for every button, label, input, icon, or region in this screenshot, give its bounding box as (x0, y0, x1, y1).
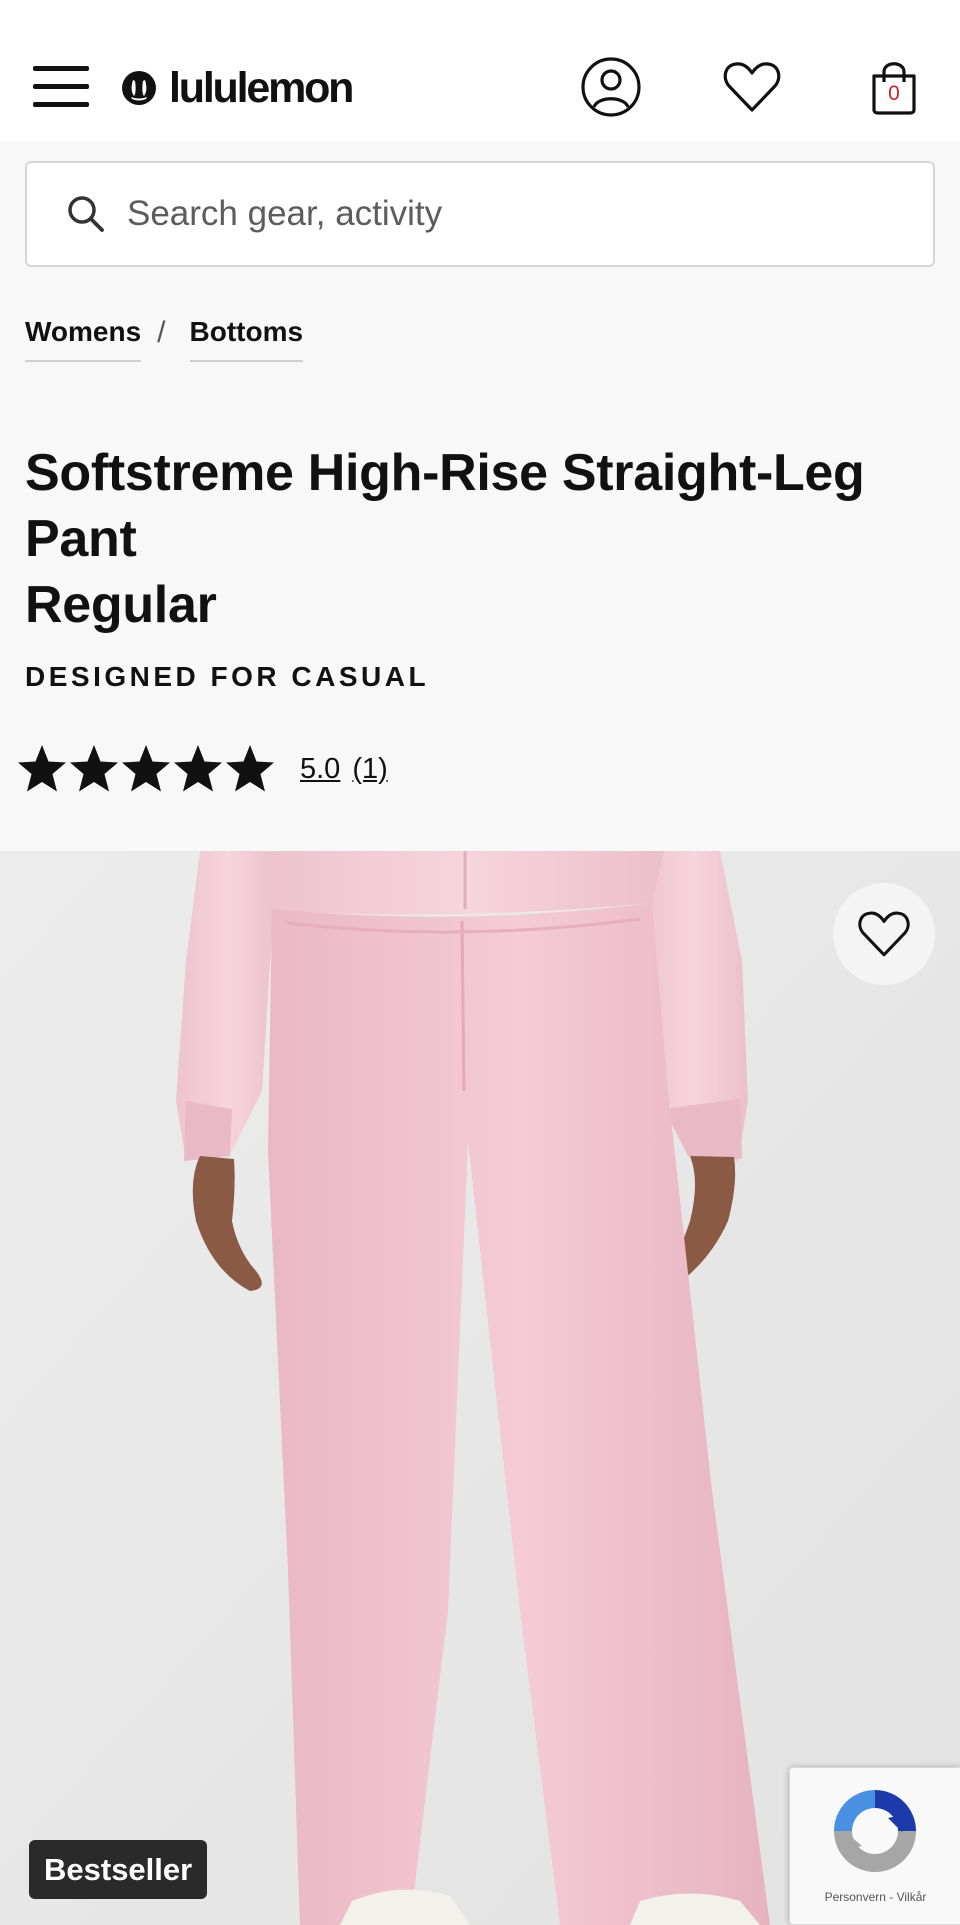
search-bar[interactable] (25, 161, 935, 267)
activity-label: DESIGNED FOR CASUAL (25, 661, 430, 692)
breadcrumb-separator: / (157, 316, 166, 349)
product-photo (0, 851, 960, 1925)
product-image[interactable]: Bestseller Personvern - Vilkår (0, 851, 960, 1925)
product-rating: 5.0 (1) (16, 740, 388, 798)
brand-logo[interactable]: lululemon (121, 62, 354, 114)
star-icon (70, 745, 118, 792)
search-icon (68, 196, 104, 232)
heart-icon[interactable] (721, 56, 783, 118)
search-input[interactable] (127, 194, 867, 234)
breadcrumb-bottoms[interactable]: Bottoms (189, 316, 304, 362)
breadcrumb-womens[interactable]: Womens (25, 316, 142, 362)
bestseller-badge: Bestseller (29, 1840, 208, 1899)
recaptcha-links[interactable]: Personvern - Vilkår (790, 1890, 960, 1904)
star-icon (226, 745, 274, 792)
rating-score[interactable]: 5.0 (300, 753, 340, 786)
brand-name: lululemon (169, 64, 354, 112)
breadcrumb: Womens / Bottoms (25, 316, 304, 362)
star-icon (18, 745, 66, 792)
review-count[interactable]: (1) (352, 753, 387, 786)
product-title-line: Softstreme High-Rise Straight-Leg (25, 444, 865, 502)
lululemon-logo-icon (122, 71, 156, 105)
add-to-wishlist-button[interactable] (833, 883, 935, 985)
star-icon (122, 745, 170, 792)
shopping-bag-button[interactable]: 0 (863, 56, 925, 118)
product-title-line: Regular (25, 576, 217, 634)
product-title: Softstreme High-Rise Straight-Leg Pant R… (25, 440, 925, 638)
account-icon[interactable] (580, 56, 642, 118)
heart-icon (858, 911, 910, 957)
recaptcha-icon (834, 1790, 916, 1872)
bag-count: 0 (888, 82, 900, 105)
star-icon (174, 745, 222, 792)
site-header: lululemon 0 (0, 0, 960, 141)
product-title-line: Pant (25, 510, 137, 568)
rating-stars[interactable] (16, 743, 276, 795)
recaptcha-badge[interactable]: Personvern - Vilkår (789, 1767, 960, 1925)
menu-icon[interactable] (33, 66, 89, 108)
